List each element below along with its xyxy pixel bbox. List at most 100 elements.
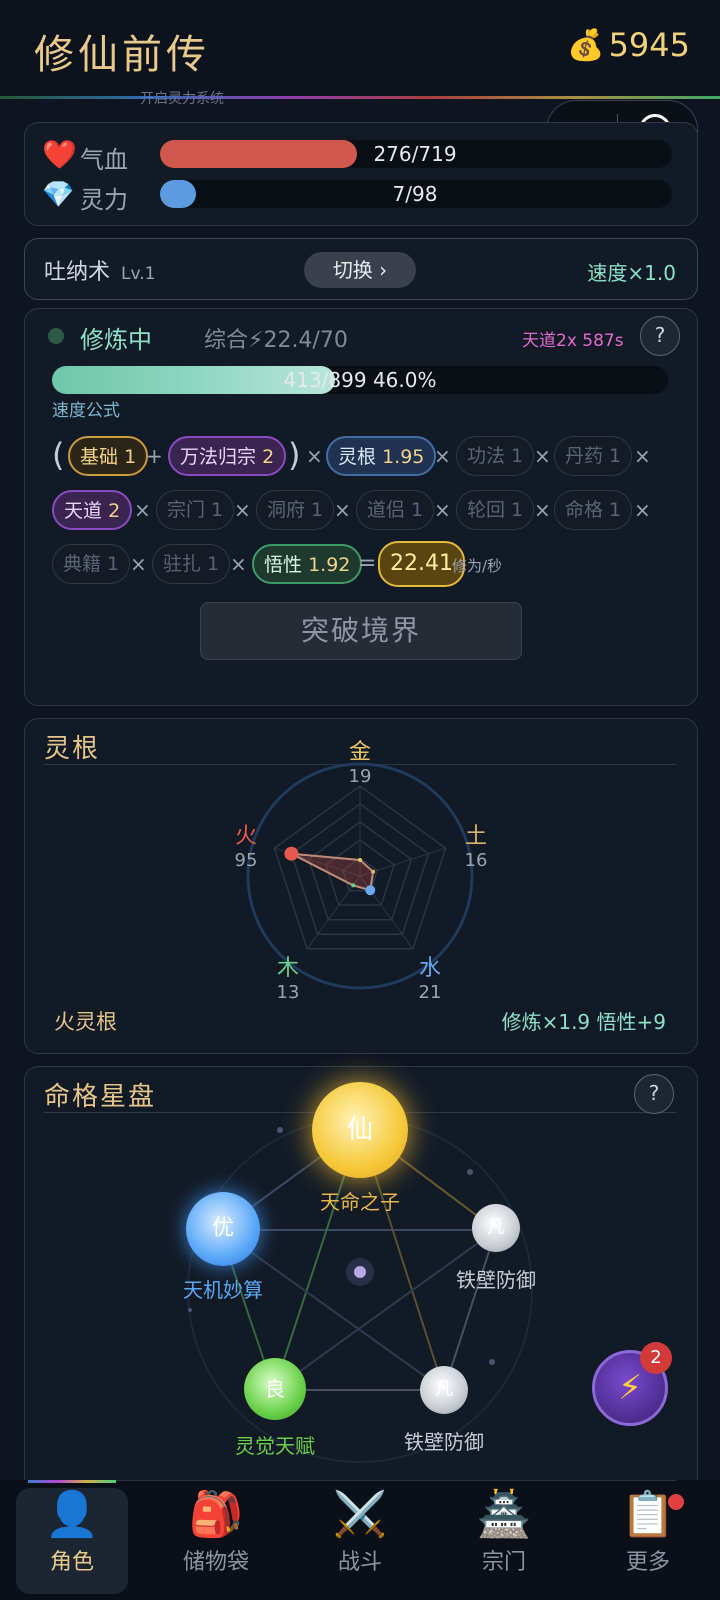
fate-help-button[interactable]: ?: [634, 1074, 674, 1114]
overall-speed: 综合⚡22.4/70: [204, 328, 348, 353]
technique-speed: 速度×1.0: [587, 261, 676, 285]
hp-label: 气血: [80, 146, 128, 174]
radar-point: [351, 883, 356, 888]
notification-dot: [668, 1494, 684, 1510]
formula-label: 速度公式: [52, 401, 120, 421]
top-divider: [0, 96, 720, 99]
element-metal: 金 19: [340, 734, 380, 787]
fate-node-excellent-name: 天机妙算: [183, 1278, 263, 1302]
tiandao-timer: 天道2x 587s: [522, 331, 624, 351]
element-fire: 火 95: [226, 818, 266, 871]
radar-point: [365, 885, 376, 896]
person-icon: 👤: [44, 1489, 100, 1540]
switch-technique-button[interactable]: 切换 ›: [304, 252, 416, 288]
fate-node-good[interactable]: 良: [244, 1358, 306, 1420]
nav-item-sect[interactable]: 🏯 宗门: [448, 1488, 560, 1594]
star-link: [273, 1229, 497, 1391]
mp-label: 灵力: [80, 186, 128, 214]
fate-node-common-1-name: 铁壁防御: [456, 1268, 536, 1292]
spirit-root-bonus: 修炼×1.9 悟性+9: [501, 1010, 666, 1034]
fate-node-common-2[interactable]: 凡: [420, 1366, 468, 1414]
nav-item-battle[interactable]: ⚔️ 战斗: [304, 1488, 416, 1594]
breakthrough-button[interactable]: 突破境界: [200, 602, 522, 660]
nav-item-character[interactable]: 👤 角色: [16, 1488, 128, 1594]
nav-item-more[interactable]: 📋 更多: [592, 1488, 704, 1594]
op-times: ×: [306, 444, 323, 468]
op-times: ×: [534, 498, 551, 522]
mp-value: 7/98: [392, 182, 438, 206]
app-title: 修仙前传: [34, 32, 210, 78]
star-dust: [467, 1169, 473, 1175]
chip-sect: 宗门 1: [156, 490, 235, 530]
backpack-icon: 🎒: [188, 1489, 244, 1540]
op-times: ×: [234, 498, 251, 522]
chip-cave: 洞府 1: [256, 490, 335, 530]
radar-point: [371, 869, 376, 874]
coin-amount: 5945: [608, 26, 690, 64]
chip-station: 驻扎 1: [152, 544, 231, 584]
fate-node-common-2-name: 铁壁防御: [404, 1430, 484, 1454]
chip-pill: 丹药 1: [554, 436, 633, 476]
element-fire-name: 火: [234, 824, 257, 849]
result-unit: 修为/秒: [452, 557, 503, 575]
chip-fate: 命格 1: [554, 490, 633, 530]
op-times: ×: [534, 444, 551, 468]
element-water: 水 21: [410, 950, 450, 1003]
nav-label-storage: 储物袋: [182, 1550, 249, 1575]
swords-icon: ⚔️: [332, 1489, 388, 1540]
fate-node-good-name: 灵觉天赋: [235, 1434, 315, 1458]
spirit-root-name: 火灵根: [54, 1010, 117, 1034]
radar-point: [358, 857, 362, 862]
nav-label-sect: 宗门: [481, 1550, 526, 1575]
nav-label-character: 角色: [49, 1550, 94, 1575]
op-equals: =: [358, 551, 377, 576]
paren-open: (: [52, 436, 65, 474]
op-times: ×: [134, 498, 151, 522]
center-star: [354, 1266, 366, 1278]
chip-gongfa: 功法 1: [456, 436, 535, 476]
op-plus: +: [146, 444, 163, 468]
chip-sect-all: 万法归宗 2: [168, 436, 287, 476]
op-times: ×: [434, 444, 451, 468]
element-wood-value: 13: [276, 982, 300, 1003]
status-dot-icon: [48, 328, 64, 344]
chip-reincarnation: 轮回 1: [456, 490, 535, 530]
element-earth-name: 土: [464, 824, 487, 849]
nav-accent-bar: [28, 1480, 116, 1483]
chip-partner: 道侣 1: [356, 490, 435, 530]
temple-icon: 🏯: [476, 1489, 532, 1540]
element-earth: 土 16: [456, 818, 496, 871]
cultivation-help-button[interactable]: ?: [640, 316, 680, 356]
op-times: ×: [334, 498, 351, 522]
technique-name: 吐纳术 Lv.1: [44, 254, 155, 286]
op-times: ×: [634, 498, 651, 522]
cultivation-status: 修炼中: [80, 326, 152, 354]
element-wood: 木 13: [268, 950, 308, 1003]
op-times: ×: [634, 444, 651, 468]
nav-label-battle: 战斗: [337, 1550, 382, 1575]
fate-node-common-1[interactable]: 凡: [472, 1204, 520, 1252]
element-metal-value: 19: [348, 766, 372, 787]
lightning-badge: 2: [640, 1342, 672, 1374]
technique-level: Lv.1: [121, 264, 156, 284]
hp-value: 276/719: [373, 142, 457, 166]
fate-node-legend[interactable]: 仙: [312, 1082, 408, 1178]
element-wood-name: 木: [276, 956, 299, 981]
element-earth-value: 16: [464, 850, 488, 871]
star-link: [443, 1229, 497, 1391]
nav-label-more: 更多: [625, 1550, 670, 1575]
nav-item-storage[interactable]: 🎒 储物袋: [160, 1488, 272, 1594]
technique-title: 吐纳术: [44, 260, 111, 285]
heart-icon: ❤️: [42, 138, 77, 171]
radar-point: [284, 846, 299, 861]
chip-insight: 悟性 1.92: [252, 544, 363, 584]
mp-bar-fill: [160, 180, 197, 208]
fate-node-excellent[interactable]: 优: [186, 1192, 260, 1266]
op-times: ×: [230, 552, 247, 576]
cultivation-progress-text: 413/899 46.0%: [283, 368, 437, 392]
star-dust: [489, 1359, 495, 1365]
op-times: ×: [434, 498, 451, 522]
star-dust: [277, 1127, 283, 1133]
clipboard-icon: 📋: [620, 1489, 676, 1540]
nav-divider: [116, 1480, 676, 1481]
